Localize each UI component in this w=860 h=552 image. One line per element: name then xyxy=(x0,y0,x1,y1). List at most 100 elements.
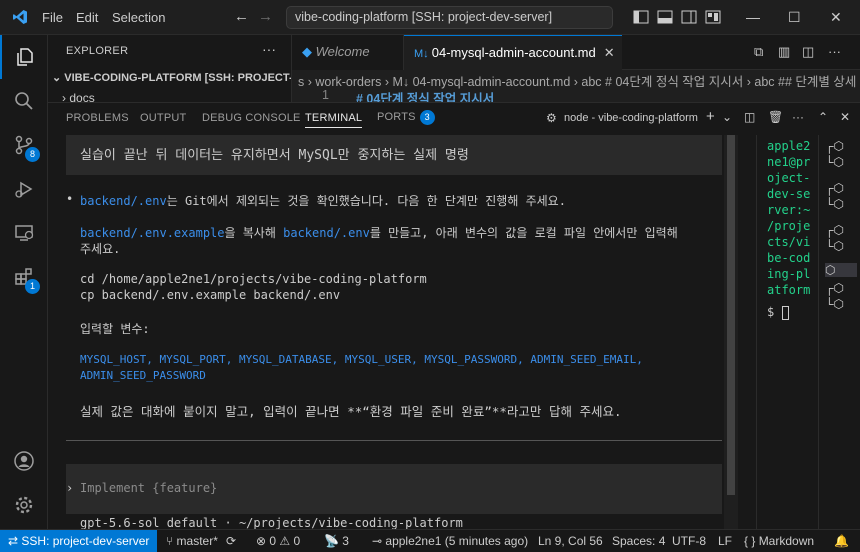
open-preview-icon[interactable]: ⧉ xyxy=(754,44,763,60)
end-of-line[interactable]: LF xyxy=(718,534,732,548)
command-center-search[interactable]: vibe-coding-platform [SSH: project-dev-s… xyxy=(286,6,613,29)
editor-layout-icon[interactable]: ◫ xyxy=(802,44,814,60)
terminal-secondary-line: rver:~ xyxy=(767,203,811,217)
git-blame[interactable]: ⊸ apple2ne1 (5 minutes ago) xyxy=(372,534,528,548)
markdown-file-icon: M↓ xyxy=(414,48,432,60)
explorer-more-actions[interactable]: ··· xyxy=(262,41,276,57)
toggle-primary-sidebar-icon[interactable] xyxy=(633,10,649,24)
vscode-tab-icon: ◆ xyxy=(302,44,316,59)
menu-selection[interactable]: Selection xyxy=(112,10,165,25)
cursor-position[interactable]: Ln 9, Col 56 xyxy=(538,534,603,548)
terminal-name[interactable]: node - vibe-coding-platform xyxy=(564,112,698,124)
terminal-list-item[interactable]: ┌⬡ xyxy=(825,281,844,295)
terminal-dropdown-icon[interactable]: ⌄ xyxy=(722,110,732,124)
terminal-input-chevron: › xyxy=(66,481,74,495)
accounts-icon[interactable] xyxy=(0,439,48,483)
menu-edit[interactable]: Edit xyxy=(76,10,98,25)
new-terminal-icon[interactable]: + xyxy=(706,108,715,125)
search-icon[interactable] xyxy=(0,79,48,123)
warning-icon: ⚠ xyxy=(279,534,294,548)
commit-icon: ⊸ xyxy=(372,534,386,548)
close-tab-icon[interactable]: ✕ xyxy=(604,45,615,60)
terminal-cmd-cd: cd /home/apple2ne1/projects/vibe-coding-… xyxy=(80,272,427,286)
terminal-list-item[interactable]: └⬡ xyxy=(825,239,844,253)
workspace-root-folder[interactable]: ⌄ VIBE-CODING-PLATFORM [SSH: PROJECT-D..… xyxy=(52,71,291,84)
status-bar: ⇄ SSH: project-dev-server ⑂ master* ⟳ ⊗ … xyxy=(0,529,860,552)
split-terminal-icon[interactable]: ◫ xyxy=(744,110,755,124)
terminal-secondary-line: oject- xyxy=(767,171,811,185)
terminal-list-item-active[interactable]: ⬡ xyxy=(825,263,857,277)
ports-badge: 3 xyxy=(419,110,435,125)
remote-indicator[interactable]: ⇄ SSH: project-dev-server xyxy=(0,530,158,552)
maximize-icon[interactable]: ☐ xyxy=(788,9,801,26)
indentation[interactable]: Spaces: 4 xyxy=(612,534,665,548)
breadcrumb[interactable]: s › work-orders › M↓ 04-mysql-admin-acco… xyxy=(292,70,860,90)
env-text: 는 Git에서 제외되는 것을 확인했습니다. 다음 한 단계만 진행해 주세요… xyxy=(166,194,566,208)
terminal-secondary-line: cts/vi xyxy=(767,235,811,249)
settings-gear-icon[interactable] xyxy=(0,483,48,527)
encoding[interactable]: UTF-8 xyxy=(672,534,706,548)
branch-label: master* xyxy=(176,534,218,548)
terminal-cursor xyxy=(782,305,790,320)
kill-terminal-icon[interactable]: 🗑 xyxy=(768,110,783,124)
split-editor-icon[interactable]: ▥ xyxy=(778,44,790,60)
terminal-list-item[interactable]: └⬡ xyxy=(825,155,844,169)
tab-markdown-file[interactable]: M↓ 04-mysql-admin-account.md ✕ xyxy=(404,35,622,70)
remote-icon: ⇄ xyxy=(8,534,22,548)
toggle-panel-icon[interactable] xyxy=(657,10,673,24)
remote-explorer-icon[interactable] xyxy=(0,211,48,255)
chevron-down-icon: ⌄ xyxy=(52,72,65,84)
menu-file[interactable]: File xyxy=(42,10,63,25)
explorer-icon[interactable] xyxy=(0,35,48,79)
bottom-panel: PROBLEMS OUTPUT DEBUG CONSOLE TERMINAL P… xyxy=(48,102,860,530)
terminal-list-item[interactable]: ┌⬡ xyxy=(825,223,844,237)
tab-ports[interactable]: PORTS 3 xyxy=(377,110,435,125)
forward-arrow-icon[interactable]: → xyxy=(258,8,273,25)
terminal-main[interactable]: 실습이 끝난 뒤 데이터는 유지하면서 MySQL만 중지하는 실제 명령 • … xyxy=(48,135,738,530)
sync-icon[interactable]: ⟳ xyxy=(226,534,236,548)
tab-terminal[interactable]: TERMINAL xyxy=(305,112,363,128)
close-window-icon[interactable]: ✕ xyxy=(830,9,842,26)
maximize-panel-icon[interactable]: ⌃ xyxy=(818,110,828,124)
antenna-icon: 📡 xyxy=(324,534,343,548)
minimize-icon[interactable]: — xyxy=(746,9,760,25)
panel-more-actions-icon[interactable]: ··· xyxy=(792,110,804,124)
source-control-badge: 8 xyxy=(25,147,40,162)
terminal-separator xyxy=(66,440,722,441)
run-debug-icon[interactable] xyxy=(0,167,48,211)
problems-status[interactable]: ⊗ 0 ⚠ 0 xyxy=(256,534,300,548)
terminal-input-placeholder[interactable]: Implement {feature} xyxy=(80,481,217,495)
copy-text-2: 를 만들고, 아래 변수의 값을 로컬 파일 안에서만 입력해 xyxy=(369,226,678,240)
terminal-icon: ⚙ xyxy=(546,111,557,125)
branch-status[interactable]: ⑂ master* xyxy=(166,534,218,548)
terminal-scrollbar[interactable] xyxy=(724,135,738,530)
warnings-count: 0 xyxy=(293,534,301,548)
terminal-secondary-line: be-cod xyxy=(767,251,811,265)
customize-layout-icon[interactable] xyxy=(705,10,721,24)
terminal-tabs-list: ┌⬡ └⬡ ┌⬡ └⬡ ┌⬡ └⬡ ⬡ ┌⬡ └⬡ xyxy=(818,135,860,530)
ports-status[interactable]: 📡 3 xyxy=(324,534,349,548)
editor-more-actions-icon[interactable]: ··· xyxy=(828,44,841,59)
tab-problems[interactable]: PROBLEMS xyxy=(66,112,129,124)
braces-icon: { } xyxy=(744,534,759,548)
terminal-list-item[interactable]: ┌⬡ xyxy=(825,139,844,153)
extensions-badge: 1 xyxy=(25,279,40,294)
terminal-cmd-cp: cp backend/.env.example backend/.env xyxy=(80,288,341,302)
source-control-icon[interactable]: 8 xyxy=(0,123,48,167)
tab-welcome[interactable]: ◆ Welcome xyxy=(292,35,404,70)
tab-debug-console[interactable]: DEBUG CONSOLE xyxy=(202,112,301,124)
back-arrow-icon[interactable]: ← xyxy=(234,8,249,25)
toggle-secondary-sidebar-icon[interactable] xyxy=(681,10,697,24)
terminal-secondary-line: /proje xyxy=(767,219,811,233)
close-panel-icon[interactable]: ✕ xyxy=(840,110,850,124)
terminal-secondary-line: dev-se xyxy=(767,187,811,201)
terminal-scrollbar-thumb[interactable] xyxy=(727,135,735,495)
terminal-note: 실제 값은 대화에 붙이지 말고, 입력이 끝나면 **“환경 파일 준비 완료… xyxy=(80,404,622,419)
tab-output[interactable]: OUTPUT xyxy=(140,112,186,124)
extensions-icon[interactable]: 1 xyxy=(0,255,48,299)
terminal-list-item[interactable]: └⬡ xyxy=(825,297,844,311)
terminal-list-item[interactable]: ┌⬡ xyxy=(825,181,844,195)
language-mode[interactable]: { } Markdown xyxy=(744,534,814,548)
terminal-list-item[interactable]: └⬡ xyxy=(825,197,844,211)
notifications-bell-icon[interactable]: 🔔 xyxy=(834,534,849,548)
